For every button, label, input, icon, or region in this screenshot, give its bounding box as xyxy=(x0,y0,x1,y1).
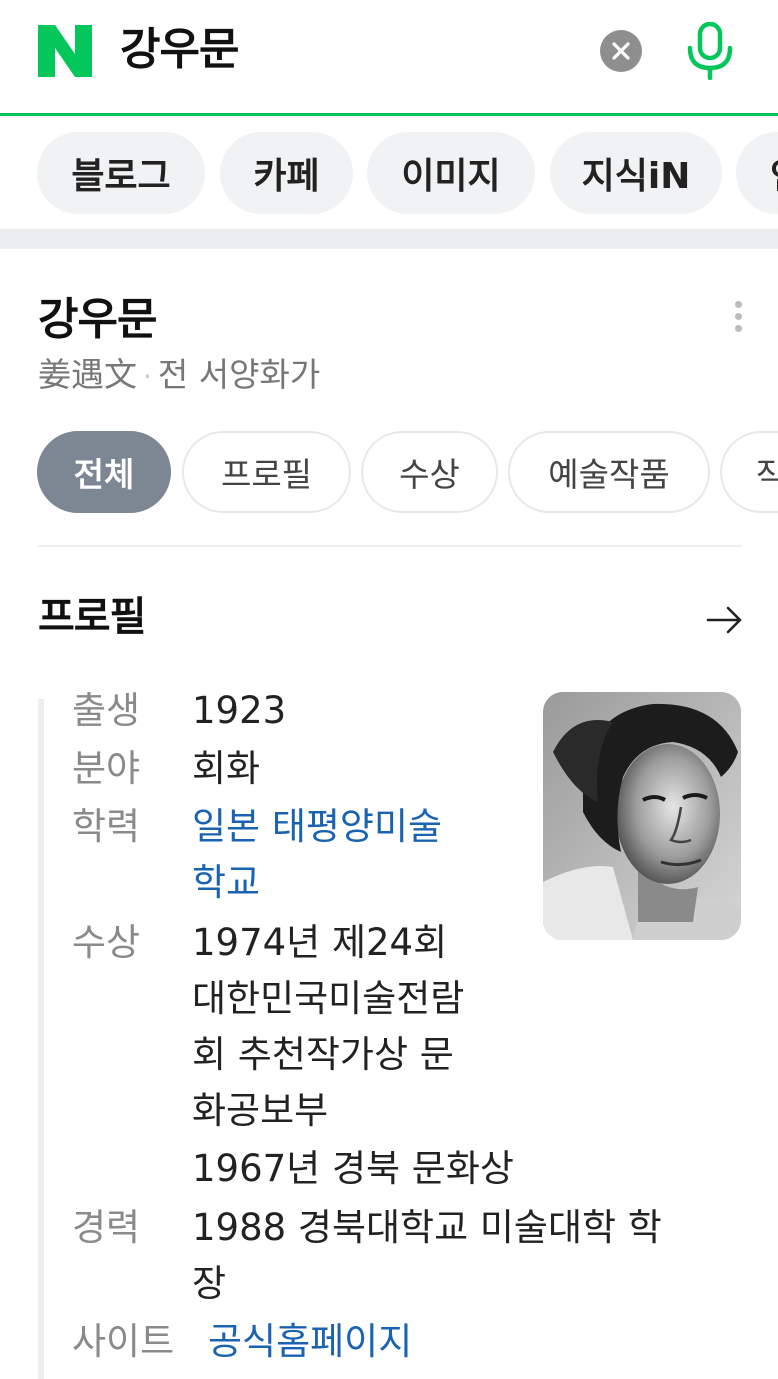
entity-subtitle: 姜遇文 · 전 서양화가 xyxy=(38,353,320,399)
naver-logo[interactable] xyxy=(38,25,92,77)
profile-left-rule xyxy=(38,699,44,1379)
knowledge-panel: 강우문 姜遇文·전 서양화가 전체 프로필 수상 예술작품 작 프로필 출생 1… xyxy=(0,249,778,1379)
subtab-all[interactable]: 전체 xyxy=(37,431,171,513)
portrait-image xyxy=(543,692,741,940)
tab-cafe[interactable]: 카페 xyxy=(220,132,353,214)
education-link-line-2[interactable]: 학교 xyxy=(192,854,260,912)
field-label: 분야 xyxy=(72,747,141,790)
profile-section-title[interactable]: 프로필 xyxy=(38,589,146,645)
subtab-awards[interactable]: 수상 xyxy=(361,431,498,513)
tab-influencer[interactable]: 인 xyxy=(736,132,778,214)
career-label: 경력 xyxy=(72,1206,141,1249)
close-icon xyxy=(612,42,630,60)
tab-blog[interactable]: 블로그 xyxy=(37,132,205,214)
field-value: 회화 xyxy=(192,747,261,790)
divider xyxy=(38,545,742,547)
search-header: 강우문 xyxy=(0,0,778,116)
awards-line-3: 회 추천작가상 문 xyxy=(192,1033,454,1076)
subtab-profile[interactable]: 프로필 xyxy=(182,431,351,513)
awards-line-5: 1967년 경북 문화상 xyxy=(192,1147,514,1190)
search-category-tabs: 블로그 카페 이미지 지식iN 인 xyxy=(0,117,778,229)
arrow-right-icon[interactable] xyxy=(706,605,744,635)
career-line-1: 1988 경북대학교 미술대학 학 xyxy=(192,1206,662,1249)
awards-line-2: 대한민국미술전람 xyxy=(192,977,465,1020)
education-label: 학력 xyxy=(72,805,141,848)
microphone-icon[interactable] xyxy=(684,22,736,80)
separator-dot: · xyxy=(143,360,152,393)
birth-value: 1923 xyxy=(192,689,287,732)
awards-label: 수상 xyxy=(72,921,141,964)
site-label: 사이트 xyxy=(72,1320,175,1363)
entity-name: 강우문 xyxy=(38,294,157,345)
education-link-line-1[interactable]: 일본 태평양미술 xyxy=(192,798,442,856)
subtab-artworks[interactable]: 예술작품 xyxy=(508,431,710,513)
career-line-2: 장 xyxy=(192,1262,227,1305)
subtab-works[interactable]: 작 xyxy=(720,431,778,513)
search-query[interactable]: 강우문 xyxy=(120,22,239,78)
more-options-icon[interactable] xyxy=(728,301,748,341)
official-homepage-link[interactable]: 공식홈페이지 xyxy=(208,1313,412,1371)
portrait-photo[interactable] xyxy=(543,692,741,940)
birth-label: 출생 xyxy=(72,689,141,732)
tab-image[interactable]: 이미지 xyxy=(367,132,535,214)
section-gap xyxy=(0,229,778,249)
awards-line-4: 화공보부 xyxy=(192,1089,329,1132)
entity-occupation: 전 서양화가 xyxy=(157,355,321,394)
tab-knowledge-in[interactable]: 지식iN xyxy=(550,132,722,214)
awards-line-1: 1974년 제24회 xyxy=(192,921,448,964)
entity-subtabs: 전체 프로필 수상 예술작품 작 xyxy=(0,431,778,515)
clear-search-button[interactable] xyxy=(600,30,642,72)
entity-hanja: 姜遇文 xyxy=(38,355,137,394)
